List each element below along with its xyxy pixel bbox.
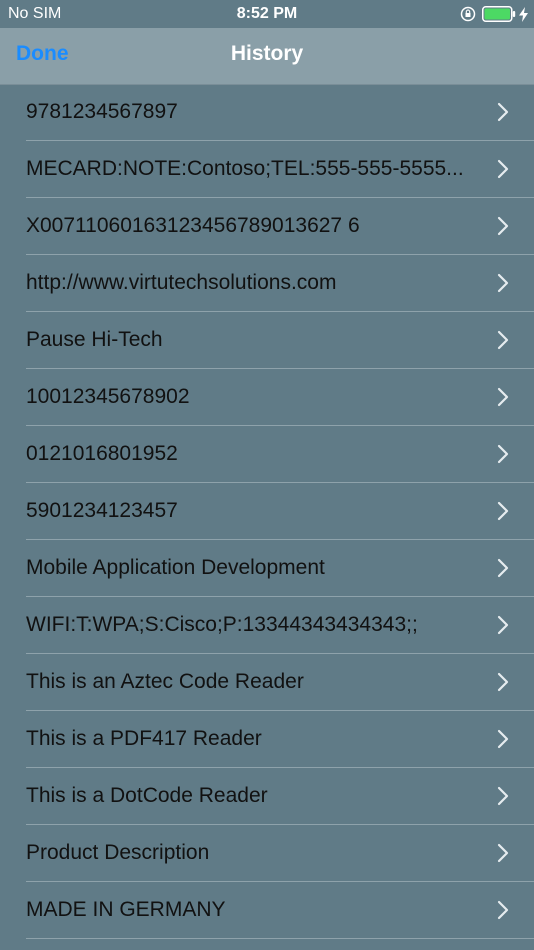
history-item-label: Pause Hi-Tech [26, 328, 163, 351]
chevron-right-icon [497, 216, 509, 236]
chevron-right-icon [497, 159, 509, 179]
battery-icon [482, 6, 516, 22]
history-item-label: This is an Aztec Code Reader [26, 670, 304, 693]
history-item[interactable]: 5901234123457 [26, 483, 534, 540]
history-item-label: Mobile Application Development [26, 556, 325, 579]
clock-label: 8:52 PM [236, 5, 298, 22]
chevron-right-icon [497, 786, 509, 806]
status-bar: No SIM 8:52 PM [0, 0, 534, 28]
page-title: History [230, 42, 304, 65]
history-item[interactable]: This is a PDF417 Reader [26, 711, 534, 768]
chevron-right-icon [497, 900, 509, 920]
chevron-right-icon [497, 330, 509, 350]
chevron-right-icon [497, 387, 509, 407]
history-item[interactable]: http://www.virtutechsolutions.com [26, 255, 534, 312]
history-item-label: 5901234123457 [26, 499, 178, 522]
chevron-right-icon [497, 615, 509, 635]
history-item[interactable]: Mobile Application Development [26, 540, 534, 597]
chevron-right-icon [497, 843, 509, 863]
history-item[interactable]: MADE IN GERMANY [26, 882, 534, 939]
history-item[interactable]: WIFI:T:WPA;S:Cisco;P:13344343434343;; [26, 597, 534, 654]
chevron-right-icon [497, 558, 509, 578]
history-item-label: MADE IN GERMANY [26, 898, 226, 921]
chevron-right-icon [497, 444, 509, 464]
history-item[interactable]: X00711060163123456789013627 6 [26, 198, 534, 255]
history-list: 9781234567897 MECARD:NOTE:Contoso;TEL:555… [0, 84, 534, 939]
chevron-right-icon [497, 672, 509, 692]
history-item-label: 0121016801952 [26, 442, 178, 465]
history-item-label: Product Description [26, 841, 210, 864]
history-item[interactable]: 9781234567897 [26, 84, 534, 141]
charging-bolt-icon [519, 6, 528, 22]
history-item[interactable]: Product Description [26, 825, 534, 882]
navigation-bar: Done History [0, 28, 534, 85]
status-indicators [460, 5, 528, 23]
chevron-right-icon [497, 729, 509, 749]
history-item-label: This is a PDF417 Reader [26, 727, 262, 750]
history-item-label: http://www.virtutechsolutions.com [26, 271, 337, 294]
history-item[interactable]: 10012345678902 [26, 369, 534, 426]
chevron-right-icon [497, 102, 509, 122]
history-item[interactable]: 0121016801952 [26, 426, 534, 483]
chevron-right-icon [497, 273, 509, 293]
history-item-label: 10012345678902 [26, 385, 190, 408]
history-item-label: MECARD:NOTE:Contoso;TEL:555-555-5555... [26, 157, 464, 180]
chevron-right-icon [497, 501, 509, 521]
history-item[interactable]: MECARD:NOTE:Contoso;TEL:555-555-5555... [26, 141, 534, 198]
orientation-lock-icon [460, 6, 476, 22]
history-item-label: 9781234567897 [26, 100, 178, 123]
history-item[interactable]: This is an Aztec Code Reader [26, 654, 534, 711]
history-item-label: WIFI:T:WPA;S:Cisco;P:13344343434343;; [26, 613, 418, 636]
history-item[interactable]: This is a DotCode Reader [26, 768, 534, 825]
history-item[interactable]: Pause Hi-Tech [26, 312, 534, 369]
history-item-label: X00711060163123456789013627 6 [26, 214, 360, 237]
history-item-label: This is a DotCode Reader [26, 784, 268, 807]
